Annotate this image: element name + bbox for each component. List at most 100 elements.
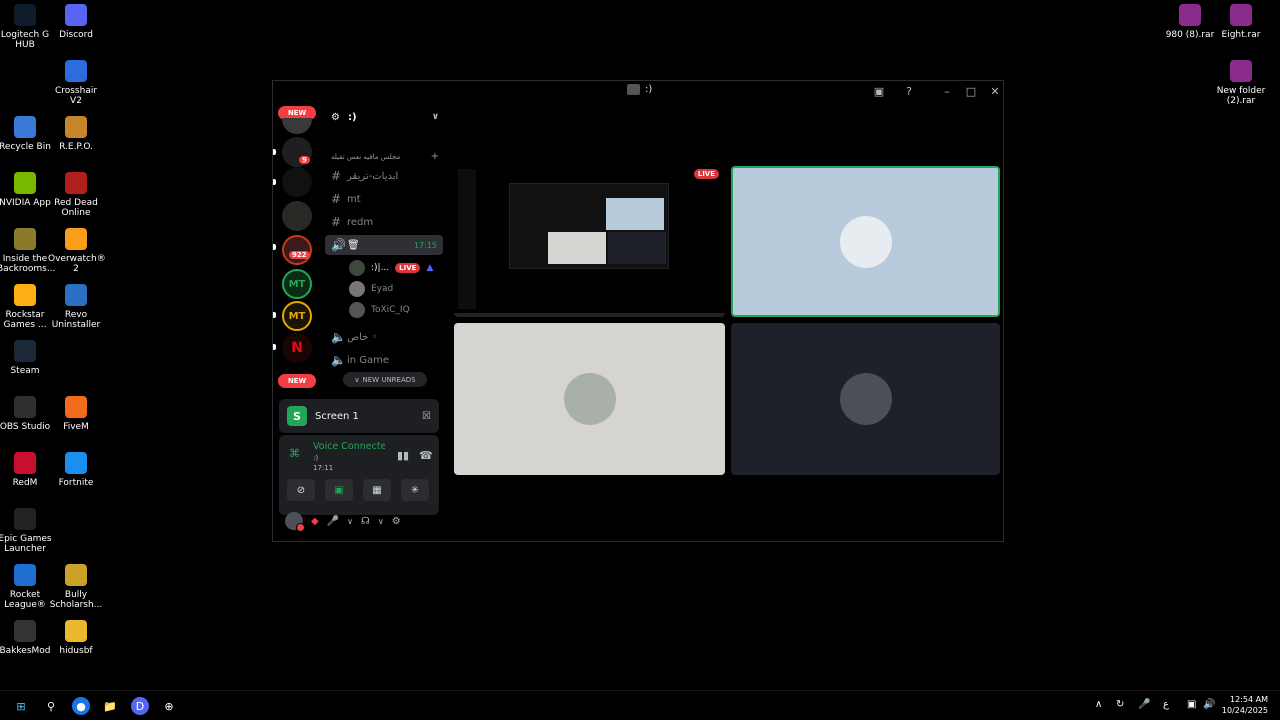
desktop-icon[interactable]: R.E.P.O. — [48, 116, 104, 152]
microphone-icon[interactable]: 🎤 — [1138, 699, 1150, 710]
speaker-icon: 🔊 — [331, 238, 346, 252]
new-unreads-button[interactable]: ∨ NEW UNREADS — [343, 372, 427, 387]
headphones-icon[interactable]: ☊ — [361, 516, 370, 527]
screen-share-panel[interactable]: S Screen 1 ☒ — [279, 399, 439, 433]
voice-channel[interactable]: 🔈 خاص ◦ — [331, 327, 443, 347]
close-button[interactable]: ✕ — [987, 83, 1003, 99]
voice-status[interactable]: Voice Connected — [313, 441, 385, 452]
stream-tile[interactable]: LIVE — [454, 165, 725, 317]
desktop-icon[interactable]: NVIDIA App — [0, 172, 53, 208]
server-icon[interactable] — [282, 167, 312, 197]
stop-stream-icon[interactable]: ☒ — [422, 411, 431, 422]
steam-icon — [14, 340, 36, 362]
game-activity-icon[interactable]: ◆ — [311, 516, 319, 527]
crosshair-icon[interactable]: ⊕ — [160, 697, 178, 715]
network-icon[interactable]: ▣ — [1187, 699, 1196, 710]
chevron-down-icon[interactable]: ∨ — [378, 517, 384, 526]
server-icon[interactable] — [282, 118, 312, 134]
desktop-icon[interactable]: Rocket League® — [0, 564, 53, 610]
video-tile-speaking[interactable] — [731, 166, 1000, 317]
text-channel[interactable]: # mt — [331, 189, 443, 209]
desktop-icon[interactable]: Revo Uninstaller — [48, 284, 104, 330]
help-icon[interactable]: ? — [901, 83, 917, 99]
chevron-down-icon[interactable]: ∨ — [347, 517, 353, 526]
desktop-icon[interactable]: Discord — [48, 4, 104, 40]
winrar-icon — [1230, 60, 1252, 82]
camera-off-button[interactable]: ⊘ — [287, 479, 315, 501]
title-bar: :) ▣ ? – □ ✕ — [273, 81, 1003, 101]
desktop-icon[interactable]: New folder (2).rar — [1213, 60, 1269, 106]
trash-icon: 🗑 — [347, 239, 360, 251]
add-channel-icon[interactable]: + — [431, 151, 439, 162]
desktop-icon[interactable]: Eight.rar — [1213, 4, 1269, 40]
voice-channel-name[interactable]: :) — [313, 454, 318, 462]
desktop-icon[interactable]: Rockstar Games ... — [0, 284, 53, 330]
file-explorer-icon[interactable]: 📁 — [101, 697, 119, 715]
gear-icon[interactable]: ⚙ — [392, 516, 401, 527]
nvidia-icon — [14, 172, 36, 194]
soundboard-button[interactable]: ✳ — [401, 479, 429, 501]
desktop-icon[interactable]: Crosshair V2 — [48, 60, 104, 106]
disconnect-icon[interactable]: ☎ — [419, 449, 433, 462]
server-icon[interactable] — [282, 201, 312, 231]
discord-icon[interactable]: D — [131, 697, 149, 715]
redm-icon — [14, 452, 36, 474]
search-icon[interactable]: ⚲ — [42, 697, 60, 715]
server-header[interactable]: ⚙ :) ∨ — [321, 101, 447, 133]
desktop-icon[interactable]: Epic Games Launcher — [0, 508, 53, 554]
overwatch-icon — [65, 228, 87, 250]
server-icon-mt[interactable]: MT — [282, 269, 312, 299]
text-channel[interactable]: # redm — [331, 212, 443, 232]
avatar[interactable] — [285, 512, 305, 532]
video-tile[interactable] — [731, 323, 1000, 475]
desktop-icon[interactable]: Bully Scholarsh... — [48, 564, 104, 610]
voice-user[interactable]: Eyad — [349, 279, 393, 299]
desktop-icon[interactable]: Recycle Bin — [0, 116, 53, 152]
voice-user[interactable]: :)|... LIVE ▲ — [349, 258, 433, 278]
unread-pip — [273, 344, 276, 350]
desktop-icon[interactable]: 980 (8).rar — [1162, 4, 1218, 40]
chrome-icon[interactable]: ● — [72, 697, 90, 715]
start-icon[interactable]: ⊞ — [12, 697, 30, 715]
chevron-up-icon[interactable]: ∧ — [1095, 699, 1102, 710]
desktop-icon[interactable]: RedM — [0, 452, 53, 488]
revo-icon — [65, 284, 87, 306]
microphone-icon[interactable]: 🎤 — [327, 516, 339, 527]
mention-badge: 922 — [289, 251, 310, 259]
sync-icon[interactable]: ↻ — [1116, 699, 1124, 710]
category-label[interactable]: مجلس مافيه نعس تقيله — [331, 153, 400, 161]
language-indicator[interactable]: ع — [1163, 699, 1169, 710]
noise-suppression-icon[interactable]: ▮▮ — [397, 449, 409, 462]
volume-icon[interactable]: 🔊 — [1203, 699, 1215, 710]
netflix-server-icon[interactable]: N — [282, 333, 312, 363]
new-pill-bottom[interactable]: NEW — [278, 374, 316, 388]
clock[interactable]: 12:54 AM 10/24/2025 — [1222, 694, 1268, 716]
inbox-icon[interactable]: ▣ — [871, 83, 887, 99]
voice-user[interactable]: ToXiC_IQ — [349, 300, 410, 320]
desktop-icon[interactable]: OBS Studio — [0, 396, 53, 432]
active-voice-channel[interactable]: 🔊 🗑 17:15 — [325, 235, 443, 255]
desktop-icon[interactable]: Steam — [0, 340, 53, 376]
repo-icon — [65, 116, 87, 138]
text-channel[interactable]: # ابديات-تريقر — [331, 166, 443, 186]
desktop-icon[interactable]: FiveM — [48, 396, 104, 432]
desktop-icon[interactable]: hidusbf — [48, 620, 104, 656]
server-icon-mt[interactable]: MT — [282, 301, 312, 331]
activities-button[interactable]: ▦ — [363, 479, 391, 501]
desktop-icon[interactable]: Red Dead Online — [48, 172, 104, 218]
desktop-icon[interactable]: Overwatch® 2 — [48, 228, 106, 274]
hash-icon: # — [331, 192, 342, 206]
desktop-icon[interactable]: Logitech G HUB — [0, 4, 53, 50]
minimize-button[interactable]: – — [939, 83, 955, 99]
server-icon[interactable] — [282, 235, 312, 265]
desktop-icon[interactable]: Inside the Backrooms... — [0, 228, 55, 274]
fivem-icon — [65, 396, 87, 418]
live-badge: LIVE — [395, 263, 421, 273]
stream-button[interactable]: ▣ — [325, 479, 353, 501]
voice-channel[interactable]: 🔈 in Game — [331, 350, 443, 370]
hash-icon: # — [331, 169, 342, 183]
video-tile[interactable] — [454, 323, 725, 475]
maximize-button[interactable]: □ — [963, 83, 979, 99]
desktop-icon[interactable]: Fortnite — [48, 452, 104, 488]
desktop-icon[interactable]: BakkesMod — [0, 620, 53, 656]
